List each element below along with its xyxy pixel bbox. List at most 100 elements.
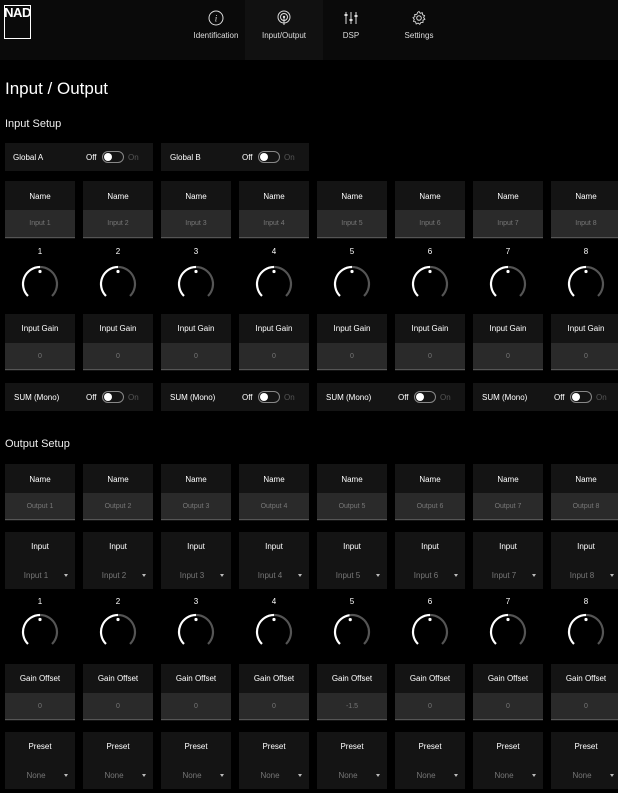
output-input-select-panel[interactable]: Input Input 7 (473, 532, 543, 589)
tab-settings[interactable]: Settings (380, 0, 458, 60)
gain-offset-field[interactable]: -1.5 (317, 693, 387, 720)
knob-dial[interactable] (566, 612, 606, 652)
input-select-label: Input (343, 542, 361, 551)
input-gain-knob[interactable] (176, 264, 216, 304)
input-gain-field[interactable]: 0 (161, 343, 231, 370)
global-b-toggle[interactable] (258, 151, 280, 163)
output-name-field[interactable]: Output 7 (473, 493, 543, 520)
knob-dial[interactable] (332, 612, 372, 652)
output-name-field[interactable]: Output 3 (161, 493, 231, 520)
output-input-select-panel[interactable]: Input Input 8 (551, 532, 618, 589)
name-label: Name (497, 192, 519, 201)
gain-offset-field[interactable]: 0 (83, 693, 153, 720)
input-gain-knob[interactable] (410, 264, 450, 304)
input-name-field[interactable]: Input 2 (83, 210, 153, 238)
knob-dial[interactable] (488, 264, 528, 304)
input-gain-field[interactable]: 0 (473, 343, 543, 370)
input-gain-knob[interactable] (488, 264, 528, 304)
preset-select-panel[interactable]: Preset None (5, 732, 75, 789)
input-gain-field[interactable]: 0 (5, 343, 75, 370)
knob-dial[interactable] (254, 612, 294, 652)
output-name-field[interactable]: Output 2 (83, 493, 153, 520)
input-name-field[interactable]: Input 6 (395, 210, 465, 238)
input-name-field[interactable]: Input 8 (551, 210, 618, 238)
output-name-field[interactable]: Output 1 (5, 493, 75, 520)
output-input-select-panel[interactable]: Input Input 3 (161, 532, 231, 589)
preset-select-panel[interactable]: Preset None (395, 732, 465, 789)
sum-mono-toggle[interactable] (258, 391, 280, 403)
input-gain-knob[interactable] (566, 264, 606, 304)
output-input-select-panel[interactable]: Input Input 5 (317, 532, 387, 589)
knob-dial[interactable] (176, 612, 216, 652)
knob-dial[interactable] (410, 612, 450, 652)
preset-select-panel[interactable]: Preset None (239, 732, 309, 789)
output-name-field[interactable]: Output 8 (551, 493, 618, 520)
output-name-field[interactable]: Output 4 (239, 493, 309, 520)
knob-dial[interactable] (98, 264, 138, 304)
input-gain-field[interactable]: 0 (317, 343, 387, 370)
output-gain-knob[interactable] (566, 612, 606, 652)
input-name-field[interactable]: Input 7 (473, 210, 543, 238)
knob-dial[interactable] (20, 612, 60, 652)
input-name-panel: Name Input 7 (473, 181, 543, 239)
output-gain-knob[interactable] (410, 612, 450, 652)
knob-dial[interactable] (410, 264, 450, 304)
preset-select-panel[interactable]: Preset None (317, 732, 387, 789)
input-name-field[interactable]: Input 4 (239, 210, 309, 238)
knob-dial[interactable] (566, 264, 606, 304)
knob-indicator-dot (506, 617, 510, 622)
tab-dsp[interactable]: DSP (312, 0, 390, 60)
output-gain-knob[interactable] (20, 612, 60, 652)
sum-mono-toggle[interactable] (570, 391, 592, 403)
preset-select-panel[interactable]: Preset None (161, 732, 231, 789)
preset-select-panel[interactable]: Preset None (551, 732, 618, 789)
output-gain-knob[interactable] (488, 612, 528, 652)
input-gain-knob[interactable] (20, 264, 60, 304)
knob-arc-filled (21, 613, 41, 645)
input-name-field[interactable]: Input 3 (161, 210, 231, 238)
input-gain-field[interactable]: 0 (551, 343, 618, 370)
gain-offset-field[interactable]: 0 (5, 693, 75, 720)
output-input-select-panel[interactable]: Input Input 2 (83, 532, 153, 589)
knob-dial[interactable] (98, 612, 138, 652)
input-gain-knob[interactable] (254, 264, 294, 304)
knob-arc-track (39, 613, 59, 645)
gain-offset-field[interactable]: 0 (395, 693, 465, 720)
output-name-field[interactable]: Output 5 (317, 493, 387, 520)
gain-offset-field[interactable]: 0 (473, 693, 543, 720)
gain-offset-field[interactable]: 0 (161, 693, 231, 720)
gain-offset-field[interactable]: 0 (551, 693, 618, 720)
knob-dial[interactable] (20, 264, 60, 304)
input-select-value[interactable]: Input 8 (551, 571, 618, 580)
gain-offset-field[interactable]: 0 (239, 693, 309, 720)
input-name-field[interactable]: Input 1 (5, 210, 75, 238)
preset-select-panel[interactable]: Preset None (473, 732, 543, 789)
sum-mono-toggle[interactable] (414, 391, 436, 403)
name-label: Name (497, 475, 519, 484)
output-gain-knob[interactable] (254, 612, 294, 652)
output-input-select-panel[interactable]: Input Input 1 (5, 532, 75, 589)
output-name-field[interactable]: Output 6 (395, 493, 465, 520)
output-gain-knob[interactable] (176, 612, 216, 652)
input-gain-knob[interactable] (332, 264, 372, 304)
tab-identification[interactable]: i Identification (177, 0, 255, 60)
preset-label: Preset (496, 742, 520, 751)
sum-mono-toggle[interactable] (102, 391, 124, 403)
knob-dial[interactable] (332, 264, 372, 304)
output-gain-knob[interactable] (332, 612, 372, 652)
preset-value[interactable]: None (551, 771, 618, 780)
input-gain-knob[interactable] (98, 264, 138, 304)
output-input-select-panel[interactable]: Input Input 4 (239, 532, 309, 589)
global-a-toggle[interactable] (102, 151, 124, 163)
knob-dial[interactable] (488, 612, 528, 652)
input-gain-field[interactable]: 0 (239, 343, 309, 370)
knob-dial[interactable] (176, 264, 216, 304)
output-gain-knob[interactable] (98, 612, 138, 652)
input-name-field[interactable]: Input 5 (317, 210, 387, 238)
knob-dial[interactable] (254, 264, 294, 304)
input-gain-field[interactable]: 0 (395, 343, 465, 370)
input-gain-field[interactable]: 0 (83, 343, 153, 370)
chevron-down-icon (64, 574, 68, 577)
output-input-select-panel[interactable]: Input Input 6 (395, 532, 465, 589)
preset-select-panel[interactable]: Preset None (83, 732, 153, 789)
